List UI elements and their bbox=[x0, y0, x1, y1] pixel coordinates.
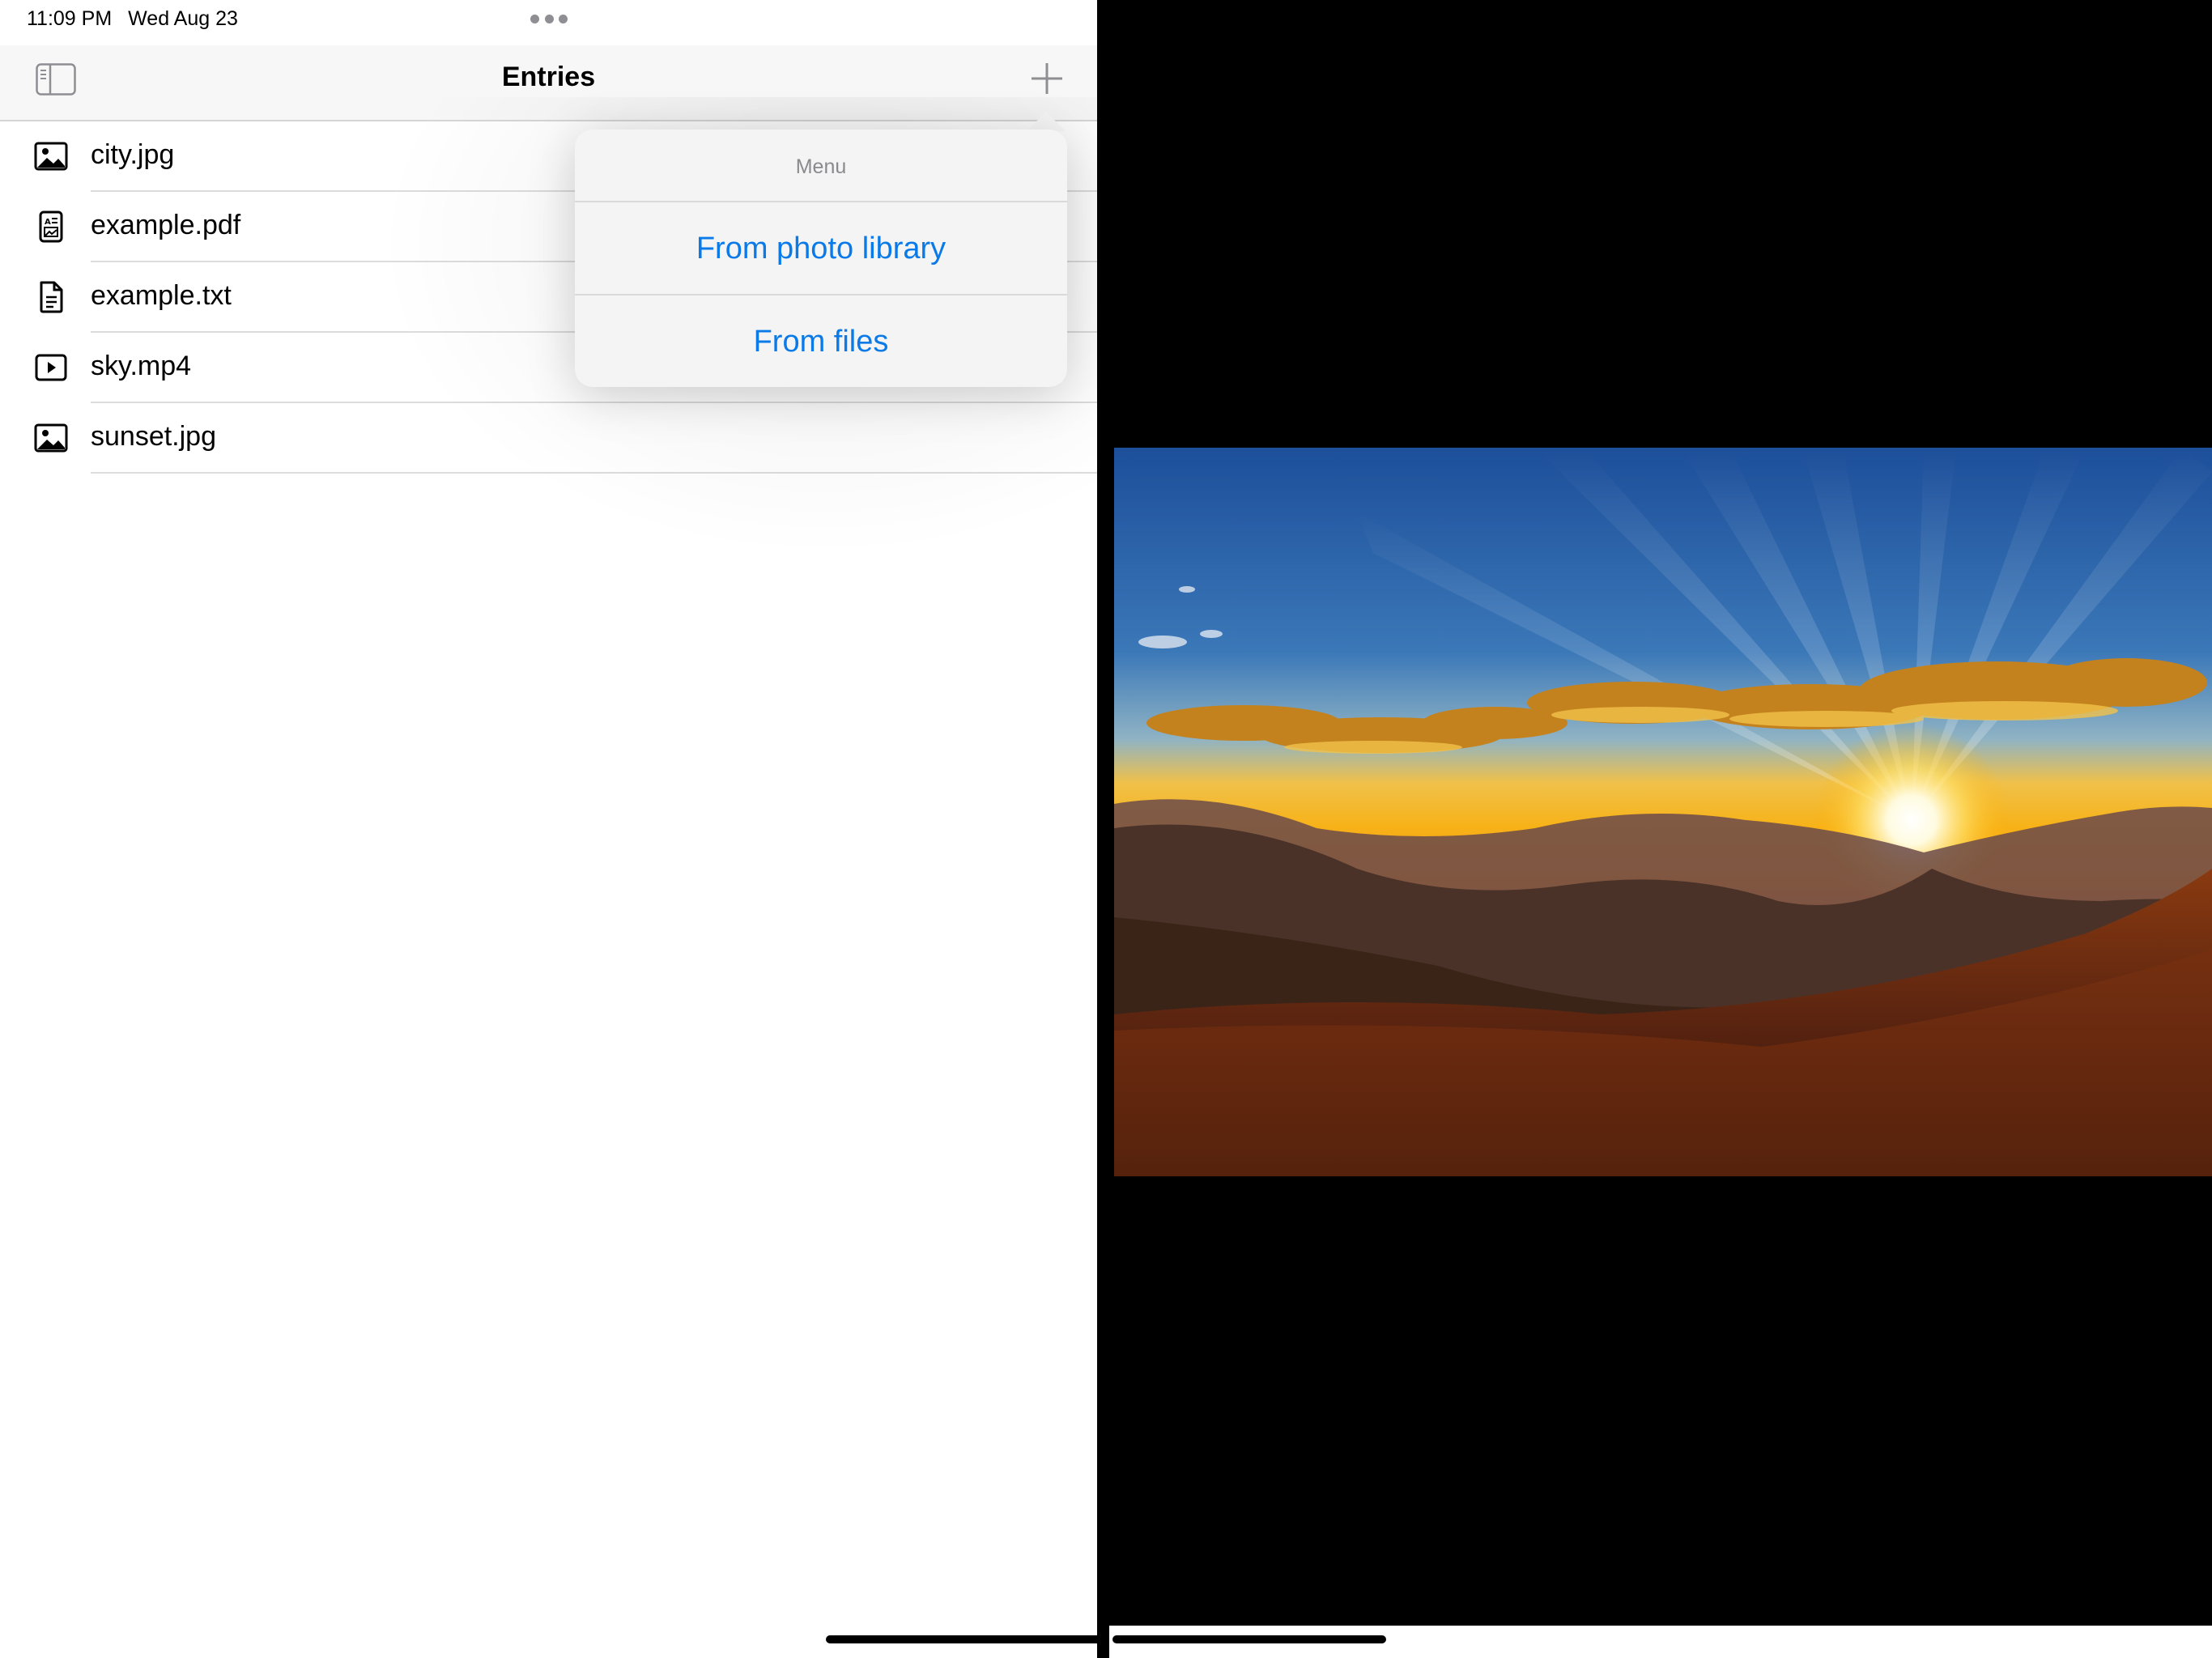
video-play-icon bbox=[34, 351, 68, 384]
pdf-document-icon: A bbox=[34, 210, 68, 243]
photo-icon bbox=[34, 140, 68, 172]
text-document-icon bbox=[34, 281, 68, 313]
entry-label: example.txt bbox=[91, 280, 232, 311]
popover-arrow bbox=[1027, 112, 1066, 131]
navigation-bar: Entries bbox=[0, 45, 1097, 121]
entry-label: city.jpg bbox=[91, 139, 175, 170]
svg-text:A: A bbox=[45, 218, 51, 227]
home-indicator bbox=[1112, 1635, 1386, 1643]
photo-icon bbox=[34, 422, 68, 454]
image-viewer-pane bbox=[1100, 0, 2212, 1658]
entry-label: sunset.jpg bbox=[91, 421, 216, 452]
from-photo-library-button[interactable]: From photo library bbox=[575, 202, 1067, 295]
status-bar: 11:09 PM Wed Aug 23 bbox=[27, 7, 254, 31]
entries-pane: 11:09 PM Wed Aug 23 Entries city.jpg A e… bbox=[0, 0, 1097, 1658]
status-time: 11:09 PM bbox=[27, 7, 113, 30]
home-indicator bbox=[826, 1635, 1101, 1643]
add-menu-popover: Menu From photo library From files bbox=[575, 130, 1067, 387]
ipad-screen: 11:09 PM Wed Aug 23 Entries city.jpg A e… bbox=[0, 0, 2212, 1658]
multitasking-dots-icon[interactable] bbox=[530, 13, 568, 24]
from-files-button[interactable]: From files bbox=[575, 295, 1067, 388]
add-icon[interactable] bbox=[1028, 60, 1066, 97]
sunset-photo[interactable] bbox=[1114, 448, 2212, 1176]
page-title: Entries bbox=[501, 62, 596, 92]
entry-label: example.pdf bbox=[91, 210, 241, 240]
entry-label: sky.mp4 bbox=[91, 351, 192, 381]
status-date: Wed Aug 23 bbox=[128, 7, 238, 30]
list-item[interactable]: sunset.jpg bbox=[0, 403, 1097, 474]
popover-title: Menu bbox=[795, 155, 847, 178]
